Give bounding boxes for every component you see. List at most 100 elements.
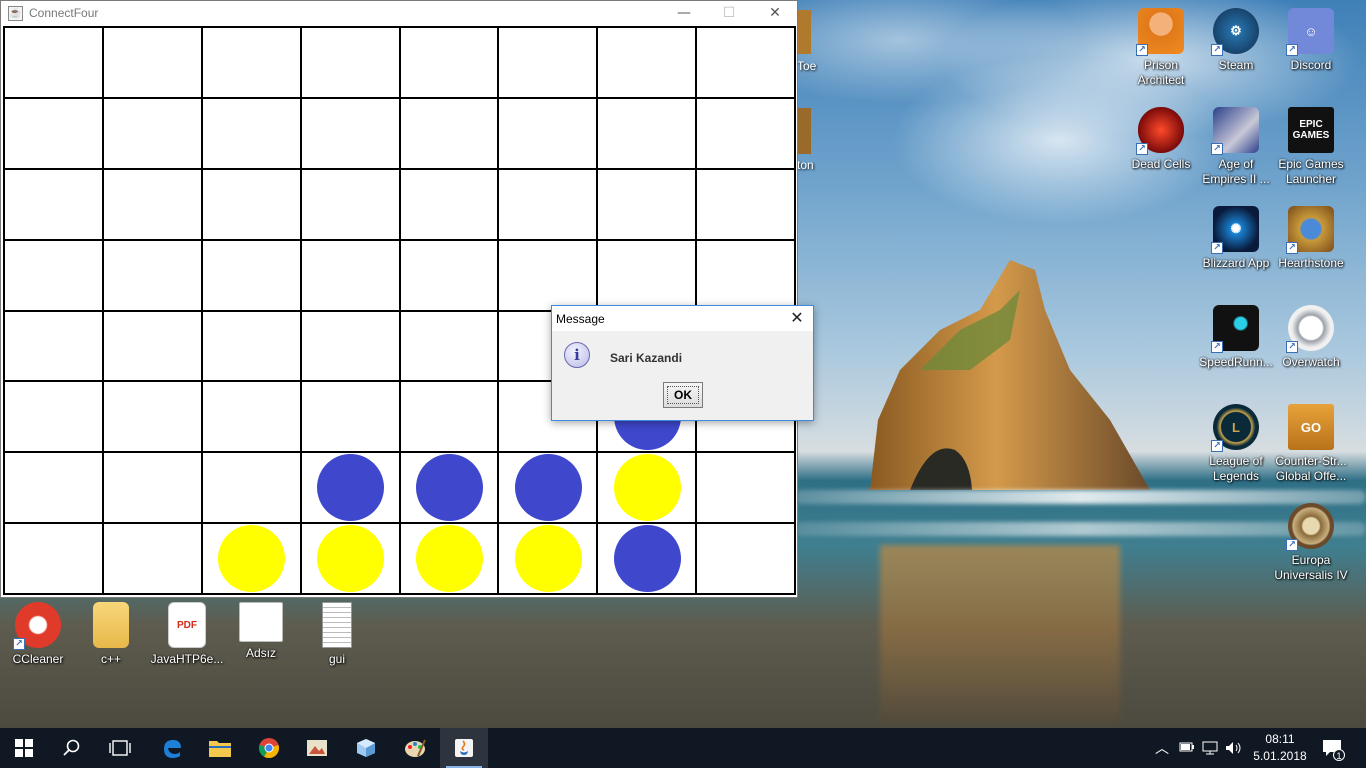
board-cell[interactable] [4,168,103,240]
board-cell[interactable] [102,523,202,594]
board-cell[interactable] [696,452,795,524]
tray-show-hidden-icon[interactable]: ︿ [1155,728,1169,768]
desktop-icon-steam[interactable]: ⚙ ↗ Steam [1198,8,1274,73]
board-cell[interactable] [597,168,697,240]
taskbar-chrome[interactable] [245,728,293,768]
board-cell[interactable] [300,310,400,382]
board-cell[interactable] [102,239,202,311]
desktop-icon-league-of-legends[interactable]: L ↗ League of Legends [1198,404,1274,484]
board-cell[interactable] [399,239,499,311]
board-cell[interactable] [102,452,202,524]
board-cell[interactable] [696,239,795,311]
battery-icon[interactable] [1179,741,1195,768]
board-cell[interactable] [399,452,499,524]
desktop-icon-europa-universalis[interactable]: ↗ Europa Universalis IV [1273,503,1349,583]
search-button[interactable] [48,728,96,768]
board-cell[interactable] [201,168,301,240]
board-cell[interactable] [696,523,795,594]
board-cell[interactable] [597,452,697,524]
desktop-icon-dead-cells[interactable]: ↗ Dead Cells [1123,107,1199,172]
desktop-icon-discord[interactable]: ☺ ↗ Discord [1273,8,1349,73]
board-cell[interactable] [4,452,103,524]
taskbar-paint[interactable] [391,728,439,768]
board-cell[interactable] [4,310,103,382]
board-cell[interactable] [300,239,400,311]
window-titlebar[interactable]: ☕ ConnectFour — ☐ ✕ [1,1,797,26]
desktop-icon-blizzard[interactable]: ✺ ↗ Blizzard App [1198,206,1274,271]
board-cell[interactable] [102,27,202,98]
desktop-icon-overwatch[interactable]: ↗ Overwatch [1273,305,1349,370]
board-cell[interactable] [201,239,301,311]
board-cell[interactable] [102,310,202,382]
board-cell[interactable] [696,97,795,169]
board-cell[interactable] [300,97,400,169]
board-cell[interactable] [102,97,202,169]
board-cell[interactable] [498,97,598,169]
board-cell[interactable] [498,168,598,240]
board-cell[interactable] [399,168,499,240]
board-cell[interactable] [201,381,301,453]
board-cell[interactable] [201,310,301,382]
desktop-icon-age-of-empires[interactable]: ↗ Age of Empires II ... [1198,107,1274,187]
board-cell[interactable] [4,381,103,453]
board-cell[interactable] [399,27,499,98]
board-cell[interactable] [399,310,499,382]
board-cell[interactable] [300,168,400,240]
board-cell[interactable] [498,239,598,311]
board-cell[interactable] [4,97,103,169]
volume-icon[interactable] [1225,741,1243,768]
maximize-button[interactable]: ☐ [706,1,752,26]
board-cell[interactable] [300,27,400,98]
board-cell[interactable] [597,97,697,169]
taskbar-clock[interactable]: 08:11 5.01.2018 [1252,731,1308,765]
desktop-icon-csgo[interactable]: GO Counter-Str... Global Offe... [1273,404,1349,484]
board-cell[interactable] [696,168,795,240]
board-cell[interactable] [201,97,301,169]
board-cell[interactable] [300,381,400,453]
board-cell[interactable] [201,523,301,594]
board-cell[interactable] [201,452,301,524]
board-cell[interactable] [597,27,697,98]
partial-icon-tictactoe[interactable] [797,10,811,54]
desktop-icon-speedrunners[interactable]: ↗ SpeedRunn... [1198,305,1274,370]
task-view-button[interactable] [96,728,144,768]
desktop-icon-epic-games[interactable]: EPIC GAMES Epic Games Launcher [1273,107,1349,187]
board-cell[interactable] [4,27,103,98]
board-cell[interactable] [102,381,202,453]
desktop-icon-adsiz[interactable]: Adsız [223,602,299,661]
board-cell[interactable] [300,452,400,524]
board-cell[interactable] [597,239,697,311]
board-cell[interactable] [201,27,301,98]
board-cell[interactable] [696,27,795,98]
desktop-icon-gui[interactable]: gui [299,602,375,667]
board-cell[interactable] [102,168,202,240]
board-cell[interactable] [498,27,598,98]
taskbar-app-cube[interactable] [342,728,390,768]
network-icon[interactable] [1202,741,1218,768]
desktop-icon-ccleaner[interactable]: ↗ CCleaner [0,602,76,667]
dialog-titlebar[interactable]: Message ✕ [552,306,813,331]
board-cell[interactable] [399,523,499,594]
board-cell[interactable] [4,523,103,594]
minimize-button[interactable]: — [661,1,707,26]
desktop-icon-javahtp-pdf[interactable]: PDF JavaHTP6e... [149,602,225,667]
partial-icon-second[interactable] [797,108,811,154]
board-cell[interactable] [498,452,598,524]
board-cell[interactable] [498,523,598,594]
start-button[interactable] [0,728,48,768]
taskbar-photos[interactable] [293,728,341,768]
taskbar-edge[interactable] [148,728,196,768]
board-cell[interactable] [300,523,400,594]
board-cell[interactable] [4,239,103,311]
board-cell[interactable] [597,523,697,594]
taskbar-java-app[interactable] [440,728,488,768]
taskbar-file-explorer[interactable] [196,728,244,768]
desktop-icon-hearthstone[interactable]: ↗ Hearthstone [1273,206,1349,271]
close-button[interactable]: ✕ [752,1,798,26]
desktop-icon-cpp-folder[interactable]: c++ [73,602,149,667]
board-cell[interactable] [399,381,499,453]
desktop-icon-prison-architect[interactable]: ↗ Prison Architect [1123,8,1199,88]
ok-button[interactable]: OK [663,382,703,408]
dialog-close-button[interactable]: ✕ [785,307,809,329]
board-cell[interactable] [399,97,499,169]
